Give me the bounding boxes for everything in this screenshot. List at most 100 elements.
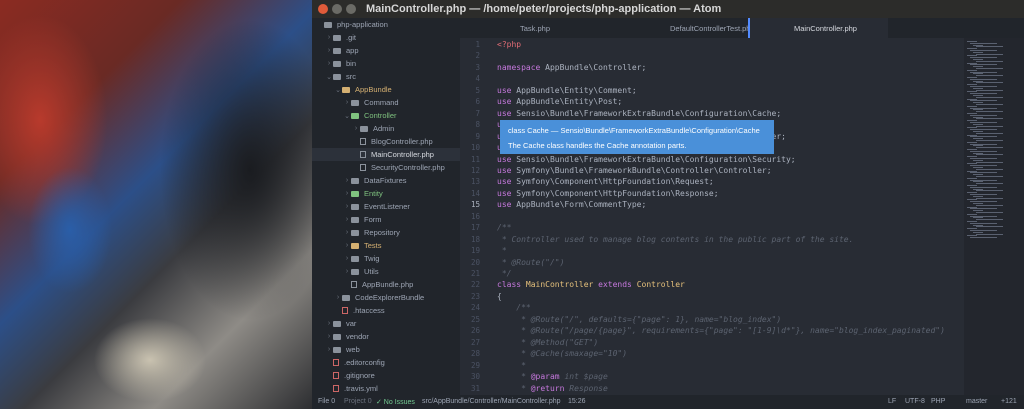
tree-item[interactable]: › Admin [312,122,460,135]
minimap-line [976,226,1003,228]
tree-item[interactable]: .editorconfig [312,356,460,369]
code-editor[interactable]: 1 2 3 4 5 6 7 8 9 10 11 12 13 14 15 16 17 18 19 20 21 22 23 24 2… [460,38,964,395]
chevron-down-icon[interactable]: ⌄ [343,112,351,120]
code-line[interactable]: use AppBundle\Form\CommentType; [497,200,646,209]
status-branch[interactable]: master [966,398,987,405]
tree-item[interactable]: AppBundle.php [312,278,460,291]
tree-item[interactable]: .htaccess [312,304,460,317]
chevron-right-icon[interactable]: › [325,47,333,54]
chevron-right-icon[interactable]: › [343,268,351,275]
tree-item[interactable]: › Form [312,213,460,226]
code-token: AppBundle\Form\CommentType; [516,200,647,210]
chevron-right-icon[interactable]: › [325,34,333,41]
line-number: 28 [470,349,480,359]
code-line[interactable]: use Sensio\Bundle\FrameworkExtraBundle\C… [497,109,781,118]
window-title: MainController.php — /home/peter/project… [366,3,722,15]
chevron-right-icon[interactable]: › [325,333,333,340]
code-line[interactable]: * @Method("GET") [497,338,598,347]
code-line[interactable]: * [497,246,507,255]
status-git-diff[interactable]: +121 [1001,398,1017,405]
tree-item[interactable]: SecurityController.php [312,161,460,174]
tree-item[interactable]: php-application [312,18,460,31]
tree-item[interactable]: ⌄ AppBundle [312,83,460,96]
tree-item[interactable]: › DataFixtures [312,174,460,187]
code-line[interactable]: * @Route("/", defaults={"page": 1}, name… [497,315,781,324]
status-line-ending[interactable]: LF [888,398,896,405]
tree-item[interactable]: MainController.php [312,148,460,161]
chevron-right-icon[interactable]: › [352,125,360,132]
code-line[interactable]: * @return Response [497,384,608,393]
chevron-right-icon[interactable]: › [334,294,342,301]
code-line[interactable]: use AppBundle\Entity\Post; [497,97,622,106]
chevron-down-icon[interactable]: ⌄ [334,86,342,94]
code-line[interactable]: class MainController extends Controller [497,280,685,289]
code-line[interactable]: use Sensio\Bundle\FrameworkExtraBundle\C… [497,155,796,164]
chevron-right-icon[interactable]: › [325,320,333,327]
status-project[interactable]: Project 0 [344,398,372,405]
tree-item[interactable]: › app [312,44,460,57]
tree-item[interactable]: › bin [312,57,460,70]
minimize-window-button[interactable] [332,4,342,14]
tree-item[interactable]: BlogController.php [312,135,460,148]
chevron-right-icon[interactable]: › [325,346,333,353]
code-line[interactable]: /** [497,303,530,312]
code-line[interactable]: use AppBundle\Entity\Comment; [497,86,637,95]
tree-item[interactable]: › Entity [312,187,460,200]
code-line[interactable]: use Symfony\Component\HttpFoundation\Res… [497,189,719,198]
code-line[interactable]: * [497,361,526,370]
chevron-right-icon[interactable]: › [343,203,351,210]
code-line[interactable]: /** [497,223,511,232]
code-line[interactable]: <?php [497,40,521,49]
chevron-down-icon[interactable]: ⌄ [325,73,333,81]
code-line[interactable]: use Symfony\Component\HttpFoundation\Req… [497,177,714,186]
line-number-gutter: 1 2 3 4 5 6 7 8 9 10 11 12 13 14 15 16 17 18 19 20 21 22 23 24 2… [460,38,484,395]
tree-item[interactable]: › .git [312,31,460,44]
status-cursor-position[interactable]: 15:26 [568,398,586,405]
maximize-window-button[interactable] [346,4,356,14]
status-encoding[interactable]: UTF-8 [905,398,925,405]
tab-task[interactable]: Task.php [520,18,630,38]
tree-item[interactable]: › Utils [312,265,460,278]
close-window-button[interactable] [318,4,328,14]
tree-item[interactable]: .travis.yml [312,382,460,395]
code-line[interactable]: namespace AppBundle\Controller; [497,63,646,72]
tree-item-label: src [346,72,356,81]
chevron-right-icon[interactable]: › [343,229,351,236]
tab-maincontroller[interactable]: MainController.php [748,18,888,38]
code-line[interactable]: * Controller used to manage blog content… [497,235,854,244]
tree-item[interactable]: › web [312,343,460,356]
chevron-right-icon[interactable]: › [343,99,351,106]
status-file-count[interactable]: File 0 [318,398,335,405]
code-line[interactable]: * @Route("/") [497,258,565,267]
status-file-path[interactable]: src/AppBundle/Controller/MainController.… [422,398,561,405]
tree-item[interactable]: › Command [312,96,460,109]
tree-item[interactable]: .gitignore [312,369,460,382]
code-line[interactable]: * @param int $page [497,372,608,381]
minimap[interactable] [964,38,1024,395]
code-line[interactable]: * @Route("/page/{page}", requirements={"… [497,326,945,335]
line-number: 3 [475,62,480,72]
chevron-right-icon[interactable]: › [343,242,351,249]
code-line[interactable]: * @Cache(smaxage="10") [497,349,627,358]
code-line[interactable]: */ [497,269,512,278]
tree-item[interactable]: › EventListener [312,200,460,213]
chevron-right-icon[interactable]: › [343,190,351,197]
tree-item[interactable]: › CodeExplorerBundle [312,291,460,304]
tree-item[interactable]: ⌄ Controller [312,109,460,122]
tree-item[interactable]: › vendor [312,330,460,343]
chevron-right-icon[interactable]: › [325,60,333,67]
tab-defaultcontrollertest[interactable]: DefaultControllerTest.php [640,18,755,38]
status-grammar[interactable]: PHP [931,398,945,405]
status-issues[interactable]: ✓ No Issues [376,398,415,406]
chevron-right-icon[interactable]: › [343,216,351,223]
code-line[interactable]: { [497,292,502,301]
tree-item[interactable]: › Tests [312,239,460,252]
chevron-right-icon[interactable]: › [343,177,351,184]
folder-icon [342,86,350,93]
tree-item[interactable]: › Twig [312,252,460,265]
code-line[interactable]: use Symfony\Bundle\FrameworkBundle\Contr… [497,166,772,175]
tree-item[interactable]: › var [312,317,460,330]
chevron-right-icon[interactable]: › [343,255,351,262]
tree-item[interactable]: ⌄ src [312,70,460,83]
tree-item[interactable]: › Repository [312,226,460,239]
